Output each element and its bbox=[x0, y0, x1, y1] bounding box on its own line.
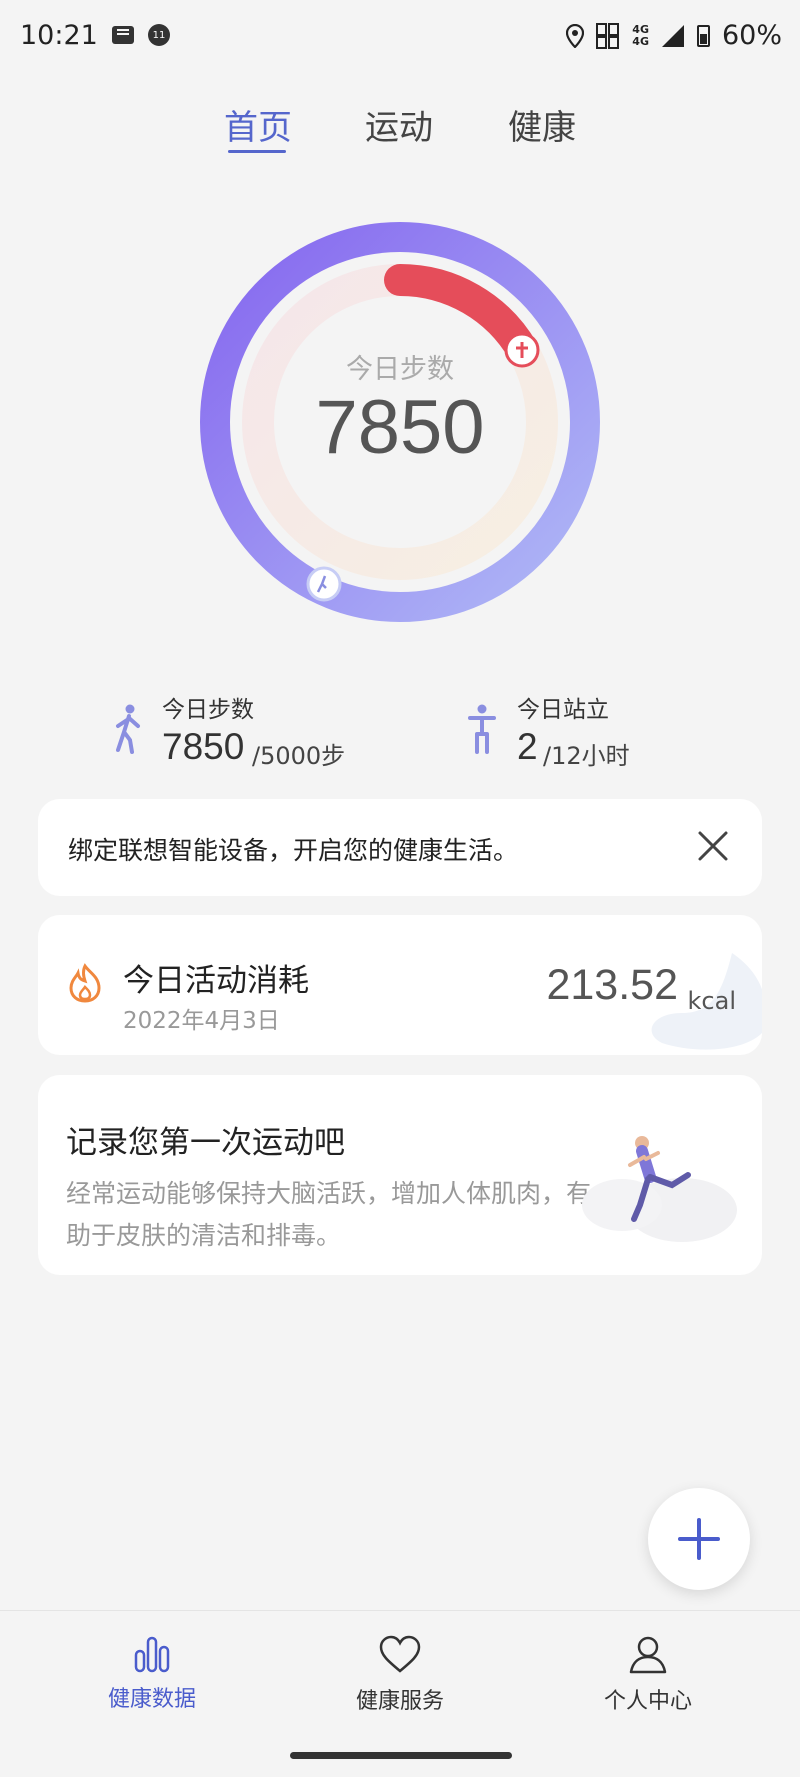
battery-percent: 60% bbox=[721, 20, 782, 51]
signal-icon bbox=[661, 24, 684, 47]
message-icon bbox=[112, 26, 134, 44]
walking-person-icon bbox=[116, 704, 140, 754]
bind-device-banner[interactable]: 绑定联想智能设备，开启您的健康生活。 bbox=[38, 799, 762, 896]
first-exercise-card[interactable]: 记录您第一次运动吧 经常运动能够保持大脑活跃，增加人体肌肉，有助于皮肤的清洁和排… bbox=[38, 1075, 762, 1275]
top-tabs: 首页 运动 健康 bbox=[0, 100, 800, 160]
tab-health[interactable]: 健康 bbox=[508, 100, 576, 149]
add-button[interactable] bbox=[648, 1488, 750, 1590]
steps-stat-goal: /5000步 bbox=[252, 742, 346, 770]
nav-health-service-label: 健康服务 bbox=[355, 1689, 444, 1714]
stand-stat-title: 今日站立 bbox=[517, 697, 609, 723]
status-bar: 10:21 11 4G 4G 60% bbox=[0, 0, 800, 80]
home-indicator bbox=[290, 1752, 512, 1759]
energy-unit: kcal bbox=[687, 987, 736, 1015]
stand-stat-value: 2 bbox=[517, 726, 538, 767]
energy-value: 213.52 bbox=[546, 961, 678, 1009]
nav-health-data[interactable]: 健康数据 bbox=[72, 1635, 232, 1713]
first-exercise-description: 经常运动能够保持大脑活跃，增加人体肌肉，有助于皮肤的清洁和排毒。 bbox=[66, 1179, 592, 1250]
network-type: 4G 4G bbox=[632, 22, 649, 48]
nav-profile[interactable]: 个人中心 bbox=[568, 1635, 728, 1715]
sim-icon bbox=[596, 22, 620, 49]
ring-steps-label: 今日步数 bbox=[346, 354, 454, 385]
flame-icon bbox=[69, 963, 101, 1003]
steps-stat: 今日步数 7850 /5000步 bbox=[110, 690, 370, 770]
activity-energy-card[interactable]: 今日活动消耗 2022年4月3日 213.52 kcal bbox=[38, 915, 762, 1055]
heart-icon bbox=[379, 1635, 421, 1673]
plus-icon bbox=[678, 1518, 720, 1560]
status-time: 10:21 bbox=[20, 20, 98, 51]
nav-health-data-label: 健康数据 bbox=[107, 1687, 196, 1712]
runner-illustration bbox=[582, 1136, 737, 1242]
nav-profile-label: 个人中心 bbox=[603, 1689, 692, 1714]
ring-steps-value: 7850 bbox=[315, 385, 485, 470]
first-exercise-title: 记录您第一次运动吧 bbox=[66, 1125, 345, 1161]
tab-exercise[interactable]: 运动 bbox=[365, 100, 433, 149]
energy-date: 2022年4月3日 bbox=[123, 1008, 280, 1034]
close-icon[interactable] bbox=[694, 827, 732, 865]
tab-home[interactable]: 首页 bbox=[224, 100, 292, 149]
energy-title: 今日活动消耗 bbox=[123, 963, 309, 999]
steps-marker-icon bbox=[306, 566, 342, 602]
location-icon bbox=[566, 23, 585, 48]
person-icon bbox=[629, 1636, 667, 1674]
notification-icons: 11 bbox=[112, 24, 170, 46]
activity-ring[interactable]: 今日步数 7850 bbox=[200, 222, 600, 622]
standing-person-icon bbox=[468, 704, 496, 754]
stand-stat: 今日站立 2 /12小时 bbox=[465, 690, 705, 770]
notification-count-icon: 11 bbox=[148, 24, 170, 46]
battery-icon bbox=[696, 24, 710, 47]
steps-stat-title: 今日步数 bbox=[162, 697, 254, 723]
tab-home-underline bbox=[228, 150, 286, 153]
status-right: 4G 4G 60% bbox=[566, 20, 782, 51]
bind-device-text: 绑定联想智能设备，开启您的健康生活。 bbox=[68, 836, 519, 865]
stand-stat-goal: /12小时 bbox=[543, 742, 630, 770]
nav-health-service[interactable]: 健康服务 bbox=[320, 1635, 480, 1715]
steps-stat-value: 7850 bbox=[162, 726, 245, 767]
bar-chart-icon bbox=[134, 1636, 170, 1673]
